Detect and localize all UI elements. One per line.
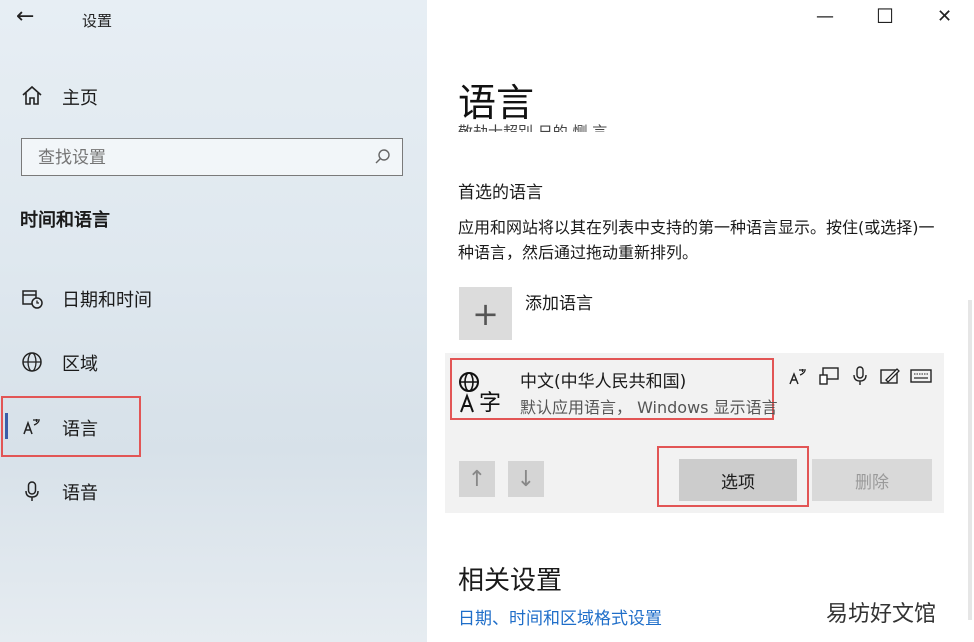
globe-icon: [22, 352, 42, 372]
language-icon: [23, 419, 40, 435]
sidebar-item-label: 日期和时间: [62, 290, 152, 311]
preferred-languages-description: 应用和网站将以其在列表中支持的第一种语言显示。按住(或选择)一种语言，然后通过拖…: [458, 218, 935, 262]
date-time-region-link[interactable]: 日期、时间和区域格式设置: [458, 604, 662, 629]
calendar-clock-icon: [22, 290, 43, 309]
sidebar-item-region[interactable]: 区域: [0, 342, 427, 382]
sidebar-item-label: 区域: [62, 354, 98, 375]
speech-icon: [853, 366, 867, 385]
language-name: 中文(中华人民共和国): [520, 372, 687, 392]
language-glyph-icon: 字: [459, 372, 501, 416]
sidebar-item-language[interactable]: 语言: [0, 407, 427, 447]
search-icon[interactable]: [374, 148, 392, 166]
partial-text: 敬劫士超别 日的 恻 言。: [458, 123, 623, 132]
page-title: 语言: [458, 81, 535, 125]
home-icon: [22, 85, 42, 105]
language-subtitle: 默认应用语言， Windows 显示语言: [520, 398, 778, 417]
arrow-up-icon: ↑: [467, 466, 487, 492]
sidebar-item-label: 语音: [62, 483, 98, 504]
language-pack-icon: [789, 369, 806, 385]
scrollbar[interactable]: [968, 300, 972, 620]
related-settings-heading: 相关设置: [458, 566, 563, 596]
maximize-button[interactable]: ☐: [876, 4, 894, 28]
move-up-button[interactable]: ↑: [459, 461, 495, 497]
plus-icon: +: [472, 294, 499, 333]
sidebar-item-home[interactable]: 主页: [0, 76, 427, 116]
search-box[interactable]: [21, 138, 403, 176]
remove-label: 删除: [855, 472, 889, 493]
sidebar-item-speech[interactable]: 语音: [0, 471, 427, 511]
minimize-button[interactable]: —: [816, 6, 834, 27]
preferred-languages-heading: 首选的语言: [458, 183, 543, 203]
close-button[interactable]: ✕: [937, 6, 952, 27]
add-language-button[interactable]: +: [459, 287, 512, 340]
keyboard-icon: [910, 369, 932, 383]
remove-button[interactable]: 删除: [812, 459, 932, 501]
settings-sidebar: ← 设置 主页 时间和语言 日期和时间 区域: [0, 0, 427, 642]
sidebar-item-label: 主页: [62, 88, 98, 109]
back-arrow-icon[interactable]: ←: [16, 4, 34, 29]
add-language-label[interactable]: 添加语言: [525, 289, 593, 314]
sidebar-item-date-time[interactable]: 日期和时间: [0, 278, 427, 318]
sidebar-item-label: 语言: [62, 419, 98, 440]
display-icon: [819, 367, 839, 385]
highlight-box: [657, 446, 809, 507]
arrow-down-icon: ↓: [516, 466, 536, 492]
microphone-icon: [25, 481, 39, 501]
section-title: 时间和语言: [20, 210, 110, 231]
move-down-button[interactable]: ↓: [508, 461, 544, 497]
search-input[interactable]: [36, 146, 370, 170]
watermark: 易坊好文馆: [826, 602, 937, 627]
handwriting-icon: [880, 368, 900, 384]
window-title: 设置: [82, 12, 113, 30]
svg-text:字: 字: [479, 391, 501, 416]
